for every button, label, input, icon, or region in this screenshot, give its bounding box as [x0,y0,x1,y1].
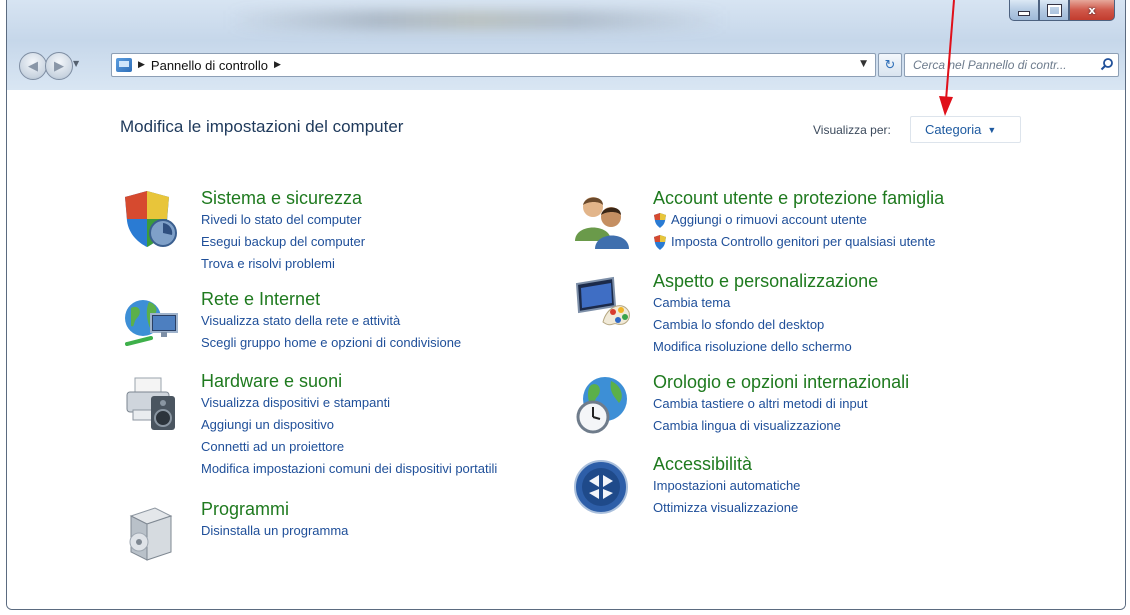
close-button[interactable]: x [1069,0,1115,21]
task-link[interactable]: Trova e risolvi problemi [201,253,601,275]
category-body: Rete e Internet Visualizza stato della r… [201,288,601,354]
address-dropdown-icon[interactable]: ▼ [860,59,867,69]
view-by-value: Categoria [925,122,982,137]
category-body: Programmi Disinstalla un programma [201,498,601,542]
task-link[interactable]: Disinstalla un programma [201,520,601,542]
category-title[interactable]: Sistema e sicurezza [201,187,601,209]
monitor-palette-icon [575,276,630,326]
task-link[interactable]: Ottimizza visualizzazione [653,497,1053,519]
shield-icon [125,191,177,247]
minimize-button[interactable] [1009,0,1039,21]
accessibility-icon [574,460,628,514]
aero-glass-background [227,10,727,30]
recent-pages-dropdown-icon[interactable]: ▼ [73,59,79,68]
category-title[interactable]: Hardware e suoni [201,370,601,392]
minimize-icon [1018,10,1030,16]
annotation-arrow-icon [939,0,955,116]
control-panel-icon [116,58,132,72]
category-body: Orologio e opzioni internazionali Cambia… [653,371,1053,437]
category-body: Aspetto e personalizzazione Cambia tema … [653,270,1053,358]
refresh-button[interactable]: ↻ [878,53,902,77]
maximize-button[interactable] [1039,0,1069,21]
task-link[interactable]: Aggiungi un dispositivo [201,414,601,436]
task-link[interactable]: Cambia tema [653,292,1053,314]
task-link[interactable]: Imposta Controllo genitori per qualsiasi… [653,231,1053,253]
category-body: Account utente e protezione famiglia Agg… [653,187,1053,253]
category-body: Hardware e suoni Visualizza dispositivi … [201,370,601,480]
category-title[interactable]: Orologio e opzioni internazionali [653,371,1053,393]
main-content: Modifica le impostazioni del computer Vi… [7,90,1125,609]
category-body: Accessibilità Impostazioni automatiche O… [653,453,1053,519]
task-link[interactable]: Impostazioni automatiche [653,475,1053,497]
task-link[interactable]: Aggiungi o rimuovi account utente [653,209,1053,231]
uac-shield-icon [654,234,666,250]
forward-button[interactable]: ▶ [45,52,73,80]
category-title[interactable]: Programmi [201,498,601,520]
page-title: Modifica le impostazioni del computer [120,117,404,136]
view-by-label: Visualizza per: [813,123,891,137]
task-link-label: Aggiungi o rimuovi account utente [671,212,867,227]
task-link[interactable]: Visualizza stato della rete e attività [201,310,601,332]
task-link-label: Imposta Controllo genitori per qualsiasi… [671,234,936,249]
printer-speaker-icon [126,377,175,430]
task-link[interactable]: Modifica impostazioni comuni dei disposi… [201,458,601,480]
breadcrumb-control-panel[interactable]: Pannello di controllo [151,58,268,73]
task-link[interactable]: Scegli gruppo home e opzioni di condivis… [201,332,601,354]
chevron-down-icon: ▼ [987,124,997,135]
task-link[interactable]: Connetti ad un proiettore [201,436,601,458]
breadcrumb-separator-icon[interactable]: ▶ [138,60,145,70]
programs-box-icon [129,507,173,561]
back-button[interactable]: ◀ [19,52,47,80]
category-body: Sistema e sicurezza Rivedi lo stato del … [201,187,601,275]
address-bar[interactable]: ▶ Pannello di controllo ▶ ▼ [111,53,876,77]
task-link[interactable]: Cambia tastiere o altri metodi di input [653,393,1053,415]
category-title[interactable]: Aspetto e personalizzazione [653,270,1053,292]
breadcrumb-separator-icon[interactable]: ▶ [274,60,281,70]
maximize-icon [1046,3,1062,17]
task-link[interactable]: Rivedi lo stato del computer [201,209,601,231]
refresh-icon: ↻ [884,57,896,73]
category-title[interactable]: Rete e Internet [201,288,601,310]
category-title[interactable]: Account utente e protezione famiglia [653,187,1053,209]
back-arrow-icon: ◀ [28,58,38,74]
task-link[interactable]: Cambia lingua di visualizzazione [653,415,1053,437]
task-link[interactable]: Visualizza dispositivi e stampanti [201,392,601,414]
users-icon [575,197,629,249]
network-globe-icon [125,300,178,346]
close-icon: x [1088,3,1096,17]
forward-arrow-icon: ▶ [54,58,64,74]
category-title[interactable]: Accessibilità [653,453,1053,475]
search-icon[interactable] [1100,57,1114,71]
uac-shield-icon [654,212,666,228]
task-link[interactable]: Esegui backup del computer [201,231,601,253]
view-by-dropdown[interactable]: Categoria ▼ [910,116,1021,143]
task-link[interactable]: Modifica risoluzione dello schermo [653,336,1053,358]
task-link[interactable]: Cambia lo sfondo del desktop [653,314,1053,336]
window-caption-buttons: x [1009,0,1115,21]
globe-clock-icon [576,377,627,434]
